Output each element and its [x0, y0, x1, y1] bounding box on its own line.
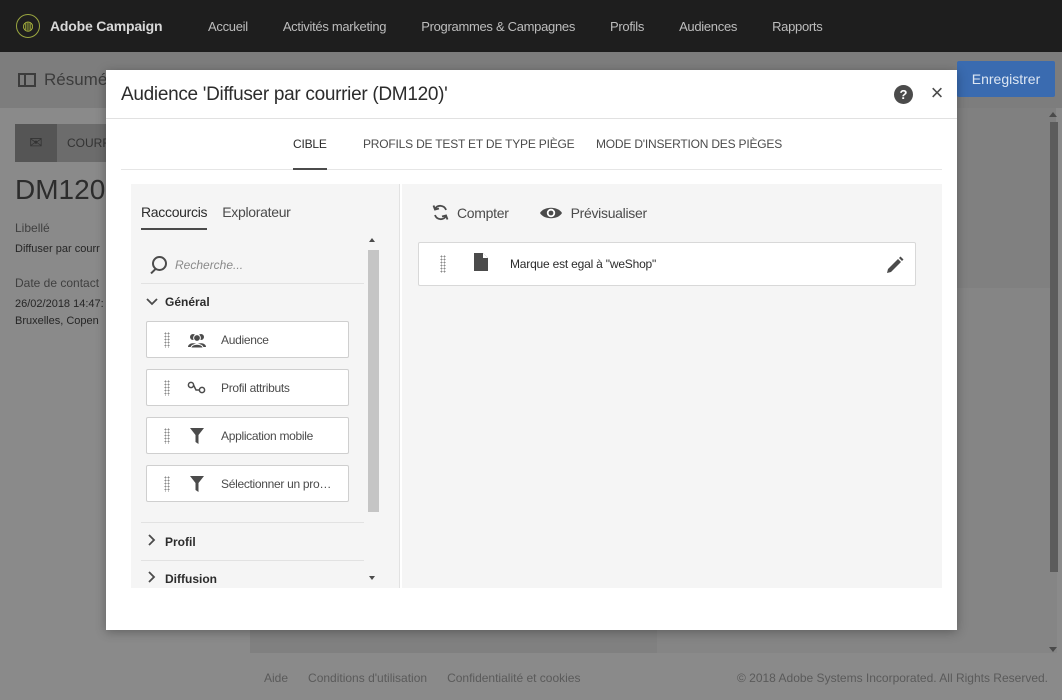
app-name: Adobe Campaign	[50, 18, 163, 34]
shortcut-item-label: Audience	[221, 332, 269, 347]
close-icon[interactable]: ×	[927, 81, 947, 105]
preview-button[interactable]: Prévisualiser	[539, 205, 647, 221]
shortcut-item-label: Profil attributs	[221, 380, 290, 395]
footer-links: Aide Conditions d'utilisation Confidenti…	[264, 671, 600, 685]
tab-raccourcis[interactable]: Raccourcis	[141, 204, 208, 230]
tab-profils-de-test[interactable]: PROFILS DE TEST ET DE TYPE PIÈGE	[363, 137, 575, 170]
query-workspace: Compter Prévisualiser Marque est egal à …	[402, 184, 942, 588]
shortcut-item-audience[interactable]: Audience	[146, 321, 349, 358]
attributes-icon	[187, 378, 207, 398]
shortcut-item-selectionner-un-profil[interactable]: Sélectionner un pro…	[146, 465, 349, 502]
preview-label: Prévisualiser	[570, 204, 648, 221]
section-profil-label: Profil	[165, 534, 196, 549]
tab-mode-insertion-pieges[interactable]: MODE D'INSERTION DES PIÈGES	[596, 137, 782, 170]
shortcuts-scrollbar[interactable]	[365, 236, 379, 586]
drag-handle-icon[interactable]	[164, 427, 170, 444]
mail-icon: ✉	[15, 124, 57, 162]
footer-link-conditions[interactable]: Conditions d'utilisation	[308, 671, 427, 685]
dialog-title: Audience 'Diffuser par courrier (DM120)'	[121, 84, 448, 105]
save-button[interactable]: Enregistrer	[957, 61, 1055, 97]
nav-item-audiences[interactable]: Audiences	[679, 19, 737, 34]
count-button[interactable]: Compter	[432, 204, 509, 221]
nav-item-profils[interactable]: Profils	[610, 19, 644, 34]
shortcut-item-profil-attributs[interactable]: Profil attributs	[146, 369, 349, 406]
app-logo[interactable]: ◍ Adobe Campaign	[16, 14, 192, 38]
page-footer: Aide Conditions d'utilisation Confidenti…	[248, 656, 1062, 700]
filter-icon	[187, 474, 207, 494]
help-icon[interactable]: ?	[894, 85, 913, 104]
top-navigation-bar: ◍ Adobe Campaign Accueil Activités marke…	[0, 0, 1062, 52]
audience-icon	[187, 330, 207, 350]
footer-link-confidentialite[interactable]: Confidentialité et cookies	[447, 671, 580, 685]
filter-icon	[187, 426, 207, 446]
eye-icon	[539, 205, 563, 221]
drag-handle-icon[interactable]	[440, 255, 446, 273]
shortcut-item-application-mobile[interactable]: Application mobile	[146, 417, 349, 454]
section-general-label: Général	[165, 295, 210, 309]
chevron-down-icon	[145, 295, 159, 309]
section-diffusion-label: Diffusion	[165, 571, 217, 586]
shortcut-item-label: Sélectionner un pro…	[221, 476, 332, 491]
document-icon	[474, 252, 488, 276]
chevron-right-icon	[145, 534, 159, 549]
search-input[interactable]	[175, 257, 355, 272]
main-nav: Accueil Activités marketing Programmes &…	[208, 19, 857, 34]
drag-handle-icon[interactable]	[164, 475, 170, 492]
nav-item-activites-marketing[interactable]: Activités marketing	[283, 19, 387, 34]
summary-panel-icon	[18, 73, 36, 87]
section-diffusion[interactable]: Diffusion	[145, 571, 217, 586]
dialog-tabs: CIBLE PROFILS DE TEST ET DE TYPE PIÈGE M…	[121, 120, 942, 170]
rule-text: Marque est egal à "weShop"	[510, 257, 657, 271]
footer-link-aide[interactable]: Aide	[264, 671, 288, 685]
copyright: © 2018 Adobe Systems Incorporated. All R…	[736, 671, 1048, 685]
scroll-down-arrow-icon[interactable]	[1049, 647, 1057, 652]
libelle-label: Libellé	[15, 221, 50, 235]
contact-timezone-value: Bruxelles, Copen	[15, 315, 99, 327]
scroll-up-arrow-icon[interactable]	[369, 238, 375, 242]
chevron-right-icon	[145, 571, 159, 586]
workspace-toolbar: Compter Prévisualiser	[432, 204, 677, 221]
contact-date-label: Date de contact	[15, 276, 100, 290]
libelle-value: Diffuser par courr	[15, 243, 100, 255]
scroll-up-arrow-icon[interactable]	[1049, 112, 1057, 117]
count-label: Compter	[457, 204, 509, 221]
tab-cible[interactable]: CIBLE	[293, 137, 327, 170]
shortcut-search	[141, 246, 364, 284]
scroll-down-arrow-icon[interactable]	[369, 576, 375, 580]
drag-handle-icon[interactable]	[164, 331, 170, 348]
refresh-icon	[432, 204, 449, 221]
dialog-header: Audience 'Diffuser par courrier (DM120)'…	[106, 70, 957, 119]
tab-explorateur[interactable]: Explorateur	[222, 204, 291, 230]
section-profil[interactable]: Profil	[145, 534, 196, 549]
palette-tabs: Raccourcis Explorateur	[141, 204, 306, 230]
contact-date-value: 26/02/2018 14:47:	[15, 298, 104, 310]
delivery-code: DM120	[15, 174, 106, 205]
audience-dialog: Audience 'Diffuser par courrier (DM120)'…	[106, 70, 957, 630]
shortcuts-panel: Raccourcis Explorateur Général Audience	[131, 184, 400, 588]
section-divider	[141, 560, 364, 561]
section-divider	[141, 522, 364, 523]
nav-item-rapports[interactable]: Rapports	[772, 19, 823, 34]
query-rule-card[interactable]: Marque est egal à "weShop"	[418, 242, 916, 286]
drag-handle-icon[interactable]	[164, 379, 170, 396]
scrollbar-thumb[interactable]	[1050, 122, 1058, 572]
page-scrollbar[interactable]	[1046, 112, 1060, 652]
shortcut-item-label: Application mobile	[221, 428, 313, 443]
section-general[interactable]: Général	[145, 295, 210, 309]
page-title-text: Résumé	[44, 70, 108, 89]
search-icon	[149, 255, 167, 274]
page-title: Résumé	[18, 70, 107, 90]
nav-item-accueil[interactable]: Accueil	[208, 19, 248, 34]
nav-item-programmes-campagnes[interactable]: Programmes & Campagnes	[421, 19, 575, 34]
delivery-type-label: COURR	[67, 136, 111, 150]
edit-pencil-icon[interactable]	[885, 255, 905, 280]
scrollbar-thumb[interactable]	[368, 250, 379, 512]
adobe-campaign-logo-icon: ◍	[16, 14, 40, 38]
